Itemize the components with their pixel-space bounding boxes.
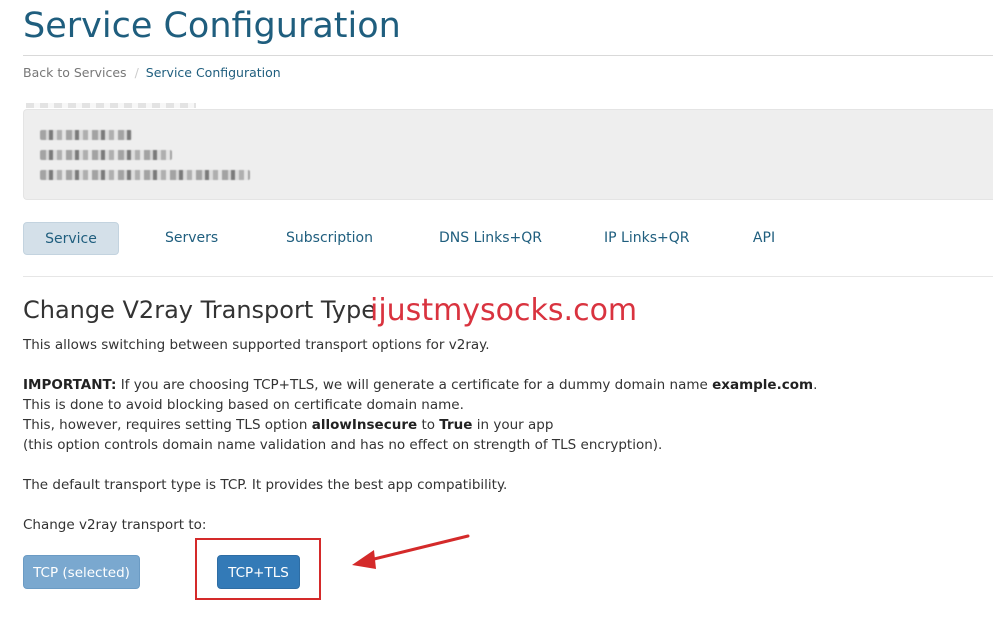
breadcrumb-current: Service Configuration — [145, 65, 281, 80]
highlight-box — [195, 538, 321, 600]
redacted-text — [40, 130, 132, 140]
allow-insecure-line: This, however, requires setting TLS opti… — [23, 415, 553, 435]
red-arrow-icon — [352, 534, 470, 569]
tab-service[interactable]: Service — [23, 222, 119, 255]
tab-label: IP Links+QR — [604, 230, 690, 246]
allow-insecure-value: True — [439, 417, 473, 433]
validation-note: (this option controls domain name valida… — [23, 437, 663, 453]
tab-dns-links-qr[interactable]: DNS Links+QR — [439, 222, 542, 255]
tab-label: Subscription — [286, 230, 373, 246]
tab-label: API — [752, 230, 776, 246]
watermark-text: ijustmysocks.com — [370, 293, 638, 328]
redacted-text — [26, 103, 196, 108]
allow-insecure-to: to — [417, 417, 440, 433]
tab-subscription[interactable]: Subscription — [286, 222, 373, 255]
page-title: Service Configuration — [23, 6, 401, 46]
redacted-text — [40, 150, 172, 160]
allow-insecure-option: allowInsecure — [311, 417, 418, 433]
section-title: Change V2ray Transport Type — [23, 296, 376, 324]
allow-insecure-end: in your app — [472, 417, 554, 433]
service-info-panel — [23, 109, 993, 200]
tab-label: Servers — [165, 230, 219, 246]
tab-label: Service — [45, 231, 97, 247]
default-transport-text: The default transport type is TCP. It pr… — [23, 477, 508, 493]
title-divider — [23, 55, 993, 56]
tabs-divider — [23, 276, 993, 277]
important-text: If you are choosing TCP+TLS, we will gen… — [116, 377, 713, 393]
page: Service Configuration Back to Services / S… — [0, 0, 993, 627]
breadcrumb-back-link[interactable]: Back to Services — [23, 65, 127, 80]
tab-label: DNS Links+QR — [439, 230, 543, 246]
breadcrumb-separator: / — [134, 65, 139, 80]
redacted-text — [40, 170, 250, 180]
change-prompt: Change v2ray transport to: — [23, 517, 207, 533]
important-label: IMPORTANT: — [23, 377, 117, 393]
service-tabs: Service Servers Subscription DNS Links+Q… — [23, 222, 993, 255]
tcp-selected-button[interactable]: TCP (selected) — [23, 555, 140, 589]
tab-api[interactable]: API — [752, 222, 776, 255]
tab-ip-links-qr[interactable]: IP Links+QR — [604, 222, 689, 255]
tab-servers[interactable]: Servers — [165, 222, 219, 255]
important-end: . — [813, 377, 818, 393]
breadcrumb: Back to Services / Service Configuration — [23, 65, 281, 80]
blocking-note: This is done to avoid blocking based on … — [23, 397, 464, 413]
important-domain: example.com — [712, 377, 814, 393]
intro-text: This allows switching between supported … — [23, 337, 490, 353]
allow-insecure-text: This, however, requires setting TLS opti… — [23, 417, 312, 433]
important-line: IMPORTANT: If you are choosing TCP+TLS, … — [23, 375, 817, 395]
